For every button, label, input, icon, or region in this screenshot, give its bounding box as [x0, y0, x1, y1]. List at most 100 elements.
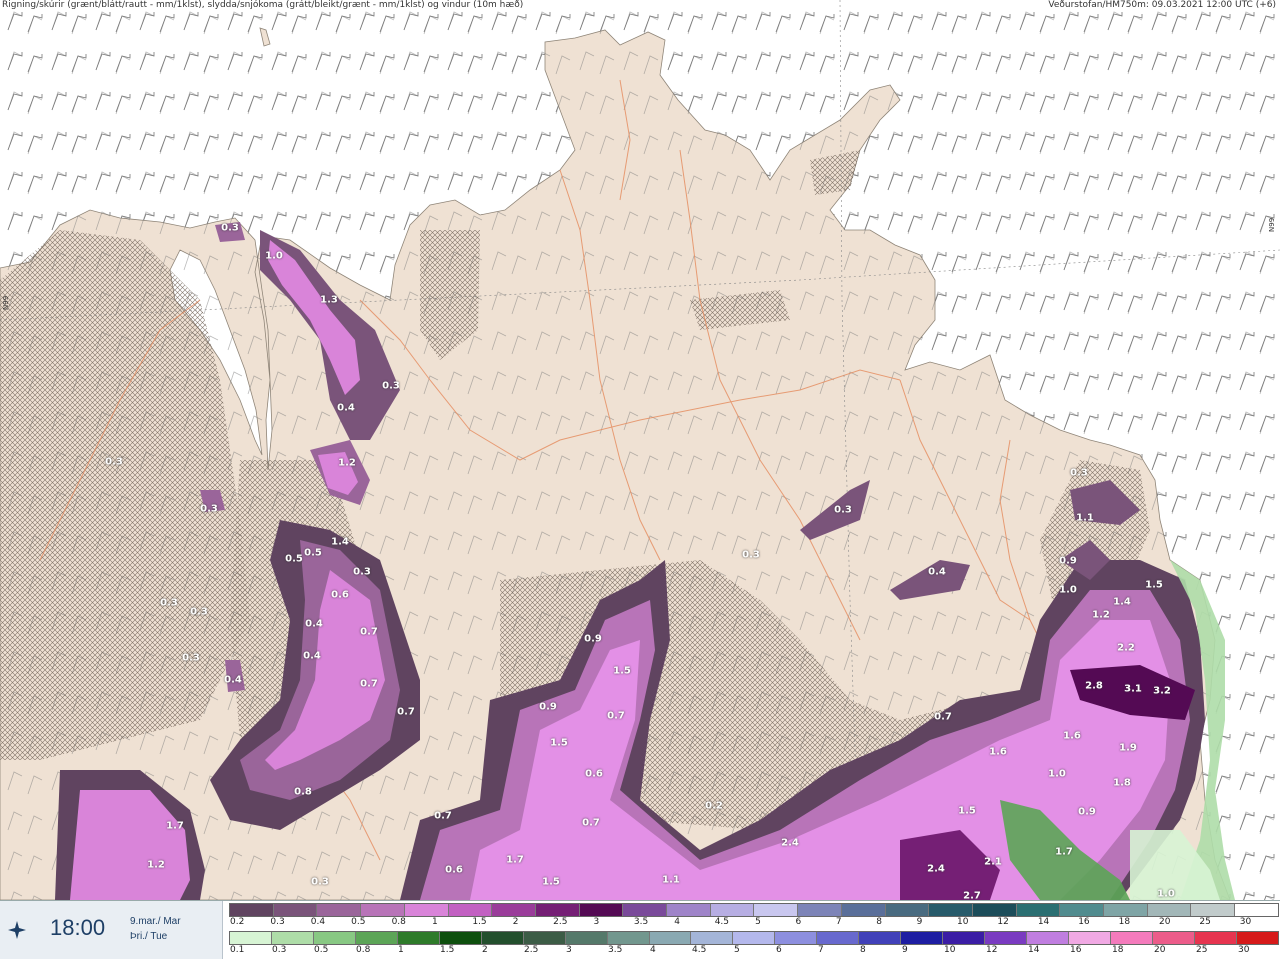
rain-tick-label: 7: [818, 945, 824, 955]
precip-label: 0.3: [1070, 467, 1088, 479]
snow-swatch: [1147, 904, 1192, 916]
snow-swatch: [710, 904, 755, 916]
precip-label: 2.1: [984, 856, 1002, 868]
snow-swatch: [841, 904, 886, 916]
rain-swatch: [1236, 932, 1278, 944]
rain-scale-ticks: 0.1 0.3 0.5 0.8 1 1.5 2 2.5 3 3.5 4 4.5 5 6 7 8 9 10 12 14 1…: [229, 945, 1279, 957]
rain-swatch: [481, 932, 524, 944]
snow-tick-label: 7: [835, 917, 842, 927]
snow-swatch: [273, 904, 318, 916]
rain-swatch: [1069, 932, 1112, 944]
precip-label: 0.7: [582, 817, 600, 829]
rain-swatch: [523, 932, 566, 944]
rain-tick-label: 1.5: [440, 945, 455, 955]
snow-swatch: [754, 904, 799, 916]
rain-swatch: [901, 932, 944, 944]
rain-tick-label: 6: [776, 945, 782, 955]
precip-label: 0.9: [584, 633, 602, 645]
precip-label: 2.8: [1085, 680, 1103, 692]
rain-tick-label: 4: [650, 945, 656, 955]
rain-swatch: [817, 932, 860, 944]
precip-label: 1.7: [1055, 846, 1073, 858]
rain-tick-label: 20: [1154, 945, 1166, 955]
precip-label: 0.4: [337, 402, 355, 414]
rain-swatch: [565, 932, 608, 944]
rain-swatch: [1194, 932, 1237, 944]
bottom-panel: 18:00 9.mar./ Mar Þri./ Tue 0.2 0.3 0.4 0.5…: [0, 900, 1280, 959]
rain-swatch: [943, 932, 986, 944]
forecast-time: 18:00: [50, 915, 106, 940]
rain-swatch: [733, 932, 776, 944]
rain-tick-label: 2.5: [524, 945, 539, 955]
rain-swatch: [1152, 932, 1195, 944]
snow-swatch: [798, 904, 842, 916]
precip-label: 1.5: [542, 876, 560, 888]
forecast-date: 9.mar./ Mar: [130, 916, 181, 927]
precip-label: 0.8: [294, 786, 312, 798]
snow-tick-label: 0.3: [270, 917, 285, 927]
precip-label: 0.9: [1059, 555, 1077, 567]
precip-label: 0.4: [928, 566, 946, 578]
snow-swatch: [579, 904, 624, 916]
rain-tick-label: 9: [902, 945, 908, 955]
precip-label: 0.5: [304, 547, 322, 559]
rain-tick-label: 30: [1238, 945, 1250, 955]
precip-label: 2.4: [927, 863, 945, 875]
rain-swatch: [230, 932, 272, 944]
rain-tick-label: 0.5: [314, 945, 329, 955]
precip-label: 0.7: [434, 810, 452, 822]
precip-label: 1.5: [958, 805, 976, 817]
precip-label: 0.7: [607, 710, 625, 722]
snow-tick-label: 16: [1078, 917, 1090, 927]
snow-swatch: [1060, 904, 1105, 916]
precip-label: 1.4: [1113, 596, 1131, 608]
rain-tick-label: 18: [1112, 945, 1124, 955]
precip-label: 0.3: [182, 652, 200, 664]
snow-tick-label: 0.2: [230, 917, 245, 927]
precip-label: 1.6: [989, 746, 1007, 758]
snow-tick-label: 0.8: [391, 917, 406, 927]
rain-tick-label: 1: [398, 945, 404, 955]
rain-swatch: [649, 932, 692, 944]
precip-label: 0.5: [285, 553, 303, 565]
snow-swatch: [230, 904, 274, 916]
snow-tick-label: 10: [957, 917, 969, 927]
rain-swatch: [355, 932, 398, 944]
precip-label: 0.7: [360, 626, 378, 638]
map-title: Rigning/skúrir (grænt/blátt/rautt - mm/1…: [2, 0, 524, 10]
precip-label: 1.2: [147, 859, 165, 871]
precip-label: 1.4: [331, 536, 349, 548]
rain-swatch: [607, 932, 650, 944]
snow-swatch: [885, 904, 930, 916]
precip-label: 1.0: [1048, 768, 1066, 780]
snow-swatch: [929, 904, 973, 916]
snow-swatch: [623, 904, 668, 916]
precip-label: 1.5: [613, 665, 631, 677]
snow-tick-label: 3: [593, 917, 600, 927]
precip-label: 1.7: [166, 820, 184, 832]
snow-tick-label: 12: [997, 917, 1009, 927]
rain-tick-label: 25: [1196, 945, 1208, 955]
snow-tick-label: 20: [1158, 917, 1171, 927]
precip-label: 0.3: [311, 876, 329, 888]
precip-label: 0.7: [397, 706, 415, 718]
precip-label: 0.3: [834, 504, 852, 516]
precip-label: 0.7: [360, 678, 378, 690]
precip-label: 1.2: [1092, 609, 1110, 621]
rain-tick-label: 0.8: [356, 945, 371, 955]
latitude-label-left: N99: [2, 295, 10, 310]
precip-label: 1.6: [1063, 730, 1081, 742]
snow-tick-label: 5: [755, 917, 761, 927]
snow-tick-label: 9: [916, 917, 923, 927]
precip-label: 0.3: [200, 503, 218, 515]
precip-label: 1.1: [662, 874, 680, 886]
precip-label: 0.6: [331, 589, 349, 601]
precip-label: 1.3: [320, 294, 338, 306]
rain-swatch: [775, 932, 818, 944]
precip-label: 0.3: [382, 380, 400, 392]
precip-label: 0.2: [705, 800, 723, 812]
precip-label: 0.3: [190, 606, 208, 618]
snow-scale-ticks: 0.2 0.3 0.4 0.5 0.8 1 1.5 2 2.5 3 3.5 4 4.5 5 6 7 8 9 10 12…: [229, 917, 1279, 929]
forecast-weekday: Þri./ Tue: [130, 931, 168, 942]
precip-label: 3.1: [1124, 683, 1142, 695]
